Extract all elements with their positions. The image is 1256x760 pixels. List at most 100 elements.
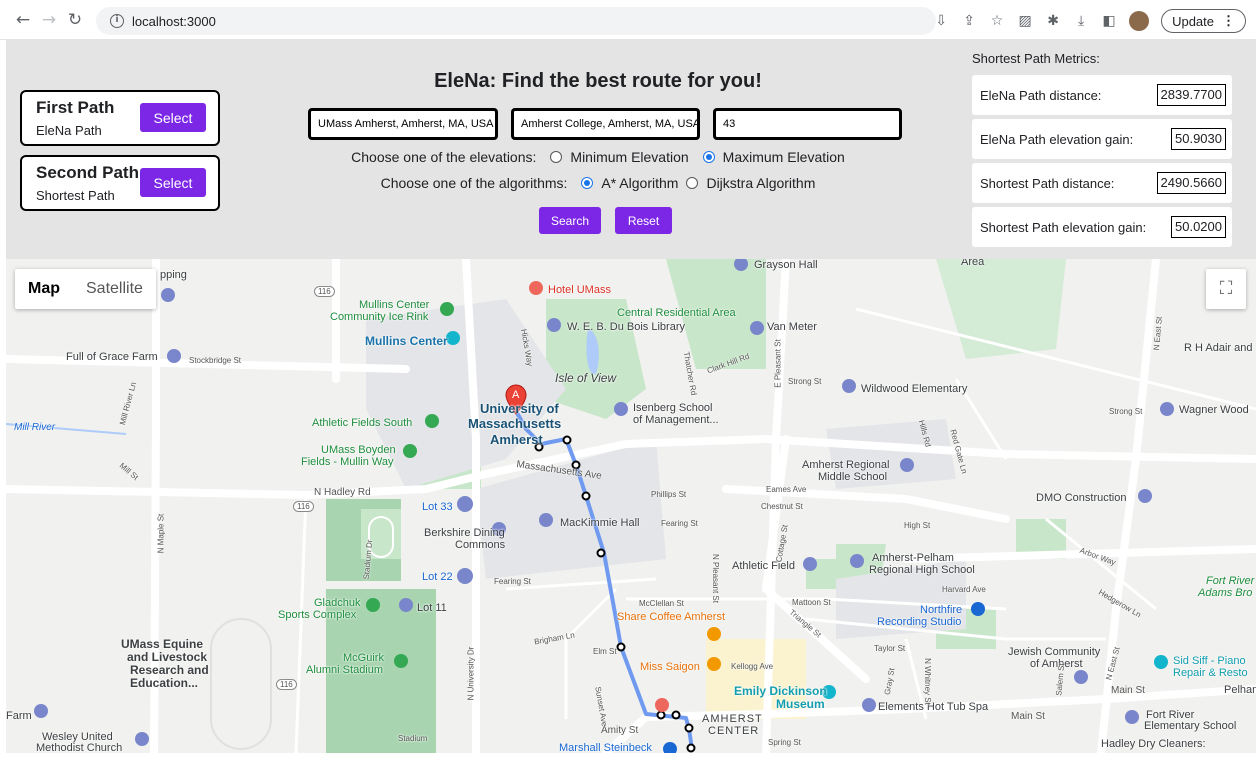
map-label[interactable]: McGuirk xyxy=(343,652,384,664)
search-button[interactable]: Search xyxy=(539,207,601,234)
map-label[interactable]: Van Meter xyxy=(767,321,817,333)
map-label[interactable]: Elements Hot Tub Spa xyxy=(878,701,988,713)
map-label[interactable]: Hotel UMass xyxy=(548,284,611,296)
map-label[interactable]: and Livestock xyxy=(127,650,207,664)
map-label[interactable]: Hadley Dry Cleaners: xyxy=(1101,738,1206,750)
select-second-path-button[interactable]: Select xyxy=(140,168,206,197)
forward-icon[interactable]: → xyxy=(36,10,62,30)
map-view[interactable]: A Map Satellite ⛶ Hotel UMass Grayson Ha… xyxy=(6,259,1256,753)
map-label[interactable]: Lot 22 xyxy=(422,571,453,583)
map-label[interactable]: Commons xyxy=(455,539,505,551)
map-label[interactable]: Alumni Stadium xyxy=(306,664,383,676)
puzzle-icon[interactable]: ✱ xyxy=(1045,13,1061,29)
map-label[interactable]: Regional High School xyxy=(869,564,975,576)
map-label[interactable]: Middle School xyxy=(818,471,887,483)
percent-input[interactable] xyxy=(713,108,902,140)
road-label: N University Dr xyxy=(466,646,476,701)
back-icon[interactable]: ← xyxy=(10,10,36,30)
map-label[interactable]: Full of Grace Farm xyxy=(66,351,158,363)
address-bar[interactable]: i localhost:3000 xyxy=(96,7,936,35)
browser-toolbar: ← → ↻ i localhost:3000 ⇩ ⇪ ☆ ▨ ✱ ⤓ ◧ Upd… xyxy=(0,0,1256,40)
map-label[interactable]: Marshall Steinbeck xyxy=(559,742,652,753)
select-first-path-button[interactable]: Select xyxy=(140,103,206,132)
map-label[interactable]: Methodist Church xyxy=(36,742,122,753)
map-label[interactable]: Share Coffee Amherst xyxy=(617,611,725,623)
road-label: Fearing St xyxy=(661,519,698,528)
map-label[interactable]: Gladchuk xyxy=(314,597,360,609)
map-label[interactable]: Amherst-Pelham xyxy=(872,552,954,564)
map-label[interactable]: Mullins Center xyxy=(359,299,429,311)
map-label[interactable]: UMass Boyden xyxy=(321,444,396,456)
map-label[interactable]: Education... xyxy=(130,676,198,690)
map-label[interactable]: Athletic Fields South xyxy=(312,417,412,429)
map-label[interactable]: Sid Siff - Piano xyxy=(1173,655,1246,667)
map-label: Farm xyxy=(6,710,32,722)
fullscreen-icon[interactable]: ⛶ xyxy=(1206,269,1246,309)
map-label[interactable]: Wildwood Elementary xyxy=(861,383,967,395)
install-icon[interactable]: ⇩ xyxy=(933,13,949,29)
map-label[interactable]: Grayson Hall xyxy=(754,259,818,271)
map-label: AMHERST xyxy=(702,713,763,725)
extension-icon[interactable]: ▨ xyxy=(1017,13,1033,29)
map-label[interactable]: Fort River xyxy=(1206,575,1254,587)
map-label[interactable]: Recording Studio xyxy=(877,616,961,628)
max-elevation-radio[interactable] xyxy=(702,151,715,163)
map-label[interactable]: University of xyxy=(480,401,559,416)
road-label: Strong St xyxy=(1109,407,1143,416)
info-icon[interactable]: i xyxy=(110,14,124,28)
map-label[interactable]: Lot 11 xyxy=(417,602,447,614)
map-label[interactable]: Sports Complex xyxy=(278,609,356,621)
dijkstra-radio[interactable] xyxy=(686,177,699,189)
map-label[interactable]: Northfire xyxy=(920,604,962,616)
metric-value: 50.9030 xyxy=(1171,128,1226,150)
map-label[interactable]: Mullins Center xyxy=(365,334,448,348)
map-label[interactable]: Community Ice Rink xyxy=(330,311,428,323)
sidepanel-icon[interactable]: ◧ xyxy=(1101,13,1117,29)
map-label[interactable]: Fields - Mullin Way xyxy=(301,456,394,468)
share-icon[interactable]: ⇪ xyxy=(961,13,977,29)
map-label[interactable]: Adams Bro xyxy=(1198,587,1252,599)
elevation-options: Choose one of the elevations: Minimum El… xyxy=(306,149,890,165)
download-icon[interactable]: ⤓ xyxy=(1073,13,1089,29)
road-label: Taylor St xyxy=(874,644,906,653)
map-label[interactable]: Athletic Field xyxy=(732,560,795,572)
map-label[interactable]: Berkshire Dining xyxy=(424,527,505,539)
map-type-map[interactable]: Map xyxy=(15,269,73,309)
map-label[interactable]: Isenberg School xyxy=(633,402,713,414)
marker-a-label[interactable]: A xyxy=(512,389,519,401)
road-label: N Whitney St xyxy=(922,658,932,705)
map-label[interactable]: Repair & Resto xyxy=(1173,667,1248,679)
destination-input[interactable] xyxy=(511,108,700,140)
map-label[interactable]: Massachusetts xyxy=(468,416,561,431)
map-label[interactable]: Lot 33 xyxy=(422,501,453,513)
map-label[interactable]: of Management... xyxy=(633,414,719,426)
map-label[interactable]: Emily Dickinson xyxy=(734,684,827,698)
map-label[interactable]: UMass Equine xyxy=(121,637,203,651)
map-label[interactable]: Museum xyxy=(776,697,825,711)
road-label: Mattoon St xyxy=(792,598,831,607)
metric-elena-distance: EleNa Path distance: 2839.7700 xyxy=(972,75,1232,115)
map-type-satellite[interactable]: Satellite xyxy=(73,269,156,309)
map-label[interactable]: Research and xyxy=(130,663,209,677)
map-label[interactable]: W. E. B. Du Bois Library xyxy=(567,321,685,333)
map-label[interactable]: Wagner Wood xyxy=(1179,404,1249,416)
star-icon[interactable]: ☆ xyxy=(989,13,1005,29)
map-label[interactable]: Jewish Community xyxy=(1008,646,1100,658)
map-label[interactable]: DMO Construction xyxy=(1036,492,1126,504)
max-elevation-label: Maximum Elevation xyxy=(722,149,845,165)
map-label[interactable]: Amherst xyxy=(490,432,543,447)
metric-value: 50.0200 xyxy=(1171,216,1226,238)
min-elevation-radio[interactable] xyxy=(550,151,563,163)
map-label[interactable]: Miss Saigon xyxy=(640,661,700,673)
map-label: CENTER xyxy=(708,725,760,737)
profile-avatar[interactable] xyxy=(1129,11,1150,31)
road-label: Main St xyxy=(1011,711,1045,722)
map-label[interactable]: Elementary School xyxy=(1144,720,1236,732)
source-input[interactable] xyxy=(308,108,498,140)
map-label[interactable]: Amherst Regional xyxy=(802,459,889,471)
reset-button[interactable]: Reset xyxy=(615,207,672,234)
update-button[interactable]: Update ⋮ xyxy=(1161,9,1246,33)
map-label[interactable]: MacKimmie Hall xyxy=(560,517,639,529)
reload-icon[interactable]: ↻ xyxy=(62,10,88,30)
astar-radio[interactable] xyxy=(581,177,594,189)
